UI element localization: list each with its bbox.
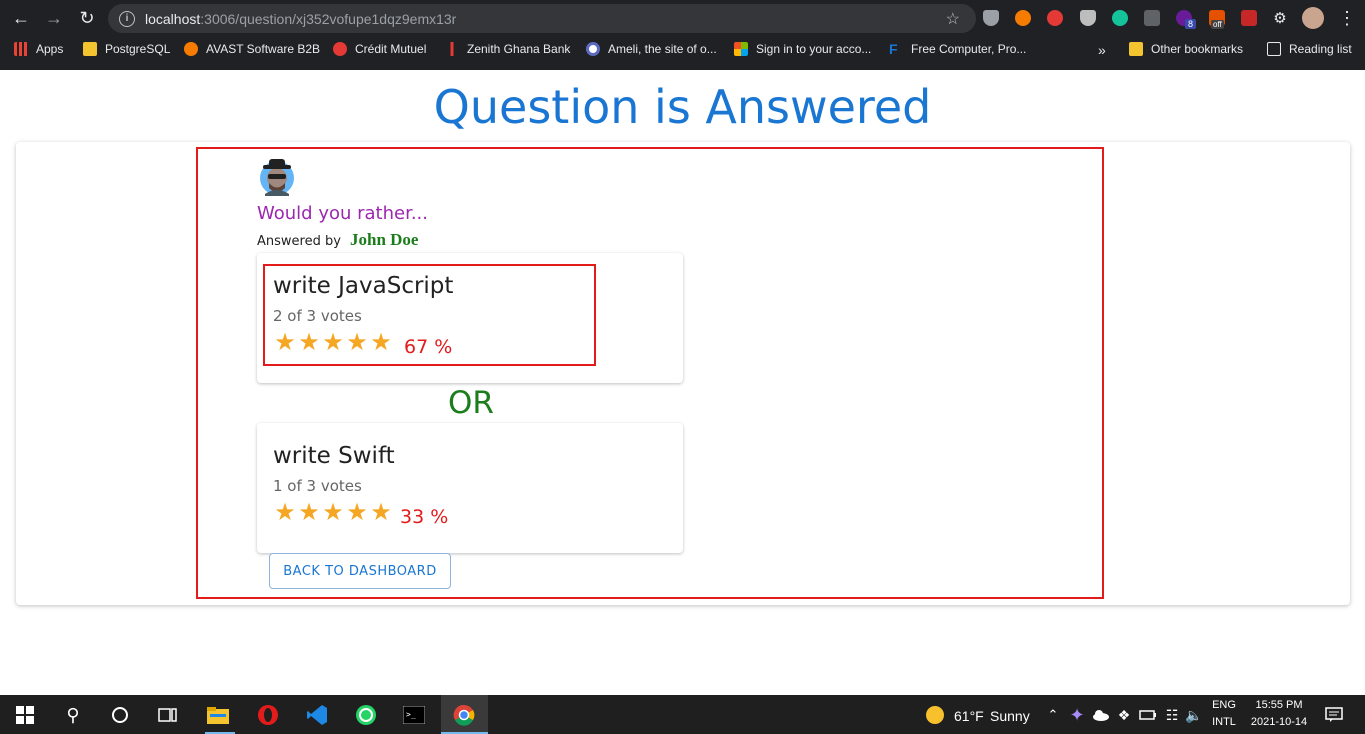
bookmark-free-computer[interactable]: F Free Computer, Pro... xyxy=(889,42,1026,56)
star-icon: ★ xyxy=(274,499,296,526)
chrome-icon[interactable] xyxy=(451,702,477,728)
bookmark-credit-mutuel[interactable]: Crédit Mutuel xyxy=(333,42,426,56)
option-card-2: write Swift 1 of 3 votes ★ ★ ★ ★ ★ 33 % xyxy=(257,423,683,553)
svg-text:>_: >_ xyxy=(406,710,416,719)
reload-icon[interactable]: ↻ xyxy=(75,6,99,30)
f-icon: F xyxy=(889,41,898,57)
folder-icon xyxy=(83,42,97,56)
battery-icon[interactable] xyxy=(1135,702,1161,728)
cortana-icon[interactable] xyxy=(107,702,133,728)
bookmark-microsoft[interactable]: Sign in to your acco... xyxy=(734,42,871,56)
dropbox-icon[interactable]: ❖ xyxy=(1111,702,1137,728)
purple-extension-icon[interactable]: 8 xyxy=(1176,10,1197,29)
language-bottom[interactable]: INTL xyxy=(1208,716,1240,728)
clock-date[interactable]: 2021-10-14 xyxy=(1246,716,1312,728)
star-icon: ★ xyxy=(346,499,368,526)
back-arrow-icon[interactable]: ← xyxy=(9,6,33,30)
page-title: Question is Answered xyxy=(433,80,932,134)
bookmark-star-icon[interactable]: ☆ xyxy=(946,9,960,29)
red-extension-icon[interactable] xyxy=(1241,10,1257,26)
clock-time[interactable]: 15:55 PM xyxy=(1246,699,1312,711)
bookmark-zenith[interactable]: Zenith Ghana Bank xyxy=(445,42,570,56)
reading-list-icon xyxy=(1267,42,1281,56)
opera-icon[interactable] xyxy=(255,702,281,728)
windows-taskbar: ⚲ >_ 61°F Sunny ⌃ ✦ ❖ ☷ 🔈 ENG INTL 15:55… xyxy=(0,695,1365,734)
orange-extension-icon[interactable]: off xyxy=(1209,10,1225,29)
pen-extension-icon[interactable] xyxy=(1144,10,1160,26)
selected-option-highlight xyxy=(263,264,596,366)
vscode-icon[interactable] xyxy=(304,702,330,728)
stop-hand-extension-icon[interactable] xyxy=(1047,10,1063,26)
option-percent: 33 % xyxy=(400,506,449,528)
avatar xyxy=(257,156,297,196)
or-divider: OR xyxy=(448,385,494,421)
bookmark-avast[interactable]: AVAST Software B2B xyxy=(184,42,320,56)
microsoft-icon xyxy=(734,42,748,56)
extension-count-badge: 8 xyxy=(1185,19,1197,29)
extension-off-badge: off xyxy=(1211,20,1224,29)
puzzle-extensions-icon[interactable]: ⚙ xyxy=(1268,6,1292,30)
answered-by-label: Answered by xyxy=(257,234,341,249)
task-view-icon[interactable] xyxy=(155,702,181,728)
zenith-icon xyxy=(445,42,459,56)
question-prompt: Would you rather... xyxy=(257,203,428,224)
ghost-shield-extension-icon[interactable] xyxy=(1080,10,1096,26)
url-text[interactable]: localhost:3006/question/xj352vofupe1dqz9… xyxy=(145,11,456,27)
bookmark-other[interactable]: Other bookmarks xyxy=(1129,42,1243,56)
bookmark-postgresql[interactable]: PostgreSQL xyxy=(83,42,170,56)
kebab-menu-icon[interactable]: ⋮ xyxy=(1335,6,1359,30)
star-icon: ★ xyxy=(370,499,392,526)
star-rating: ★ ★ ★ ★ ★ xyxy=(273,501,393,525)
back-to-dashboard-button[interactable]: BACK TO DASHBOARD xyxy=(269,553,451,589)
option-text: write Swift xyxy=(273,443,395,469)
search-icon[interactable]: ⚲ xyxy=(60,702,86,728)
language-top[interactable]: ENG xyxy=(1208,699,1240,711)
key-extension-icon[interactable] xyxy=(1015,10,1031,26)
bookmarks-overflow-chevron[interactable]: » xyxy=(1098,42,1106,58)
notification-icon[interactable] xyxy=(1321,702,1347,728)
whatsapp-icon[interactable] xyxy=(353,702,379,728)
grammarly-icon[interactable] xyxy=(1112,10,1128,26)
profile-avatar[interactable] xyxy=(1302,7,1324,29)
shield-extension-icon[interactable] xyxy=(983,10,999,26)
volume-icon[interactable]: 🔈 xyxy=(1181,702,1207,728)
credit-mutuel-icon xyxy=(333,42,347,56)
avast-icon xyxy=(184,42,198,56)
folder-icon xyxy=(1129,42,1143,56)
ameli-icon xyxy=(586,42,600,56)
windows-start-icon[interactable] xyxy=(12,702,38,728)
bookmark-ameli[interactable]: Ameli, the site of o... xyxy=(586,42,717,56)
weather-text[interactable]: Sunny xyxy=(990,708,1030,724)
option-votes: 1 of 3 votes xyxy=(273,477,362,495)
terminal-icon[interactable]: >_ xyxy=(401,702,427,728)
star-icon: ★ xyxy=(322,499,344,526)
browser-chrome: ← → ↻ i localhost:3006/question/xj352vof… xyxy=(0,0,1365,70)
sun-weather-icon[interactable] xyxy=(922,702,948,728)
author-name: John Doe xyxy=(350,230,419,249)
chevron-up-icon[interactable]: ⌃ xyxy=(1040,702,1066,728)
file-explorer-icon[interactable] xyxy=(205,702,231,728)
forward-arrow-icon[interactable]: → xyxy=(42,6,66,30)
star-icon: ★ xyxy=(298,499,320,526)
apps-grid-icon xyxy=(14,42,28,56)
address-bar[interactable]: i localhost:3006/question/xj352vofupe1dq… xyxy=(108,4,976,33)
weather-temp[interactable]: 61°F xyxy=(954,708,984,724)
feather-icon[interactable]: ✦ xyxy=(1064,702,1090,728)
bookmark-apps[interactable]: Apps xyxy=(14,42,63,56)
reading-list[interactable]: Reading list xyxy=(1267,42,1352,56)
site-info-icon[interactable]: i xyxy=(119,10,135,27)
